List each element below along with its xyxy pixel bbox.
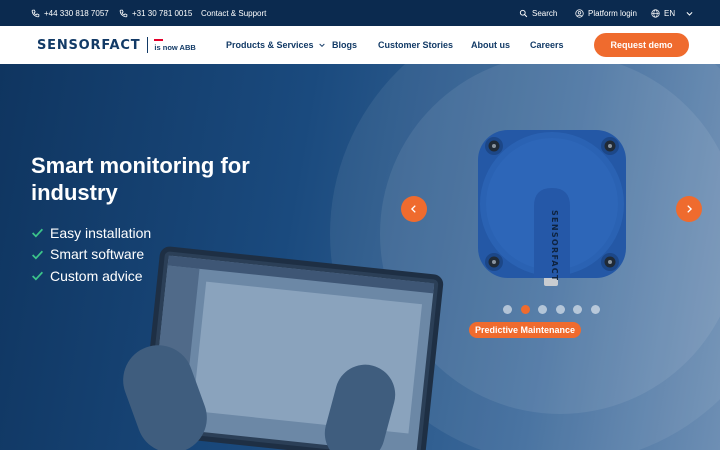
carousel-dots [503, 305, 600, 314]
main-navigation: SENSORFACT is now ABB Products & Service… [0, 26, 720, 64]
carousel-prev-button[interactable] [401, 196, 427, 222]
phone-icon [31, 9, 40, 17]
feature-item: Custom advice [31, 265, 151, 287]
logo-divider [147, 37, 149, 53]
search-link[interactable]: Search [519, 0, 557, 26]
carousel-dot[interactable] [590, 305, 600, 314]
chevron-right-icon [687, 205, 693, 213]
slide-label-badge: Predictive Maintenance [469, 322, 582, 338]
nav-customer-stories-label: Customer Stories [378, 40, 454, 50]
platform-login-link[interactable]: Platform login [575, 0, 637, 26]
feature-text: Easy installation [50, 224, 152, 241]
logo-abb-block: is now ABB [154, 38, 196, 52]
carousel-dot[interactable] [538, 305, 547, 314]
carousel-dot[interactable] [503, 305, 512, 314]
feature-list: Easy installation Smart software Custom … [31, 222, 151, 287]
search-icon [519, 9, 528, 17]
request-demo-button[interactable]: Request demo [594, 33, 689, 57]
check-icon [32, 250, 44, 260]
phone-nl-text: +31 30 781 0015 [132, 8, 193, 18]
phone-icon [119, 9, 128, 17]
contact-support-text: Contact & Support [201, 8, 267, 18]
nav-customer-stories[interactable]: Customer Stories [378, 26, 453, 64]
nav-about-us[interactable]: About us [471, 26, 510, 64]
phone-link-uk[interactable]: +44 330 818 7057 [31, 0, 109, 26]
feature-item: Smart software [31, 244, 151, 266]
logo-wordmark: SENSORFACT [37, 37, 141, 53]
chevron-down-icon [318, 43, 325, 47]
user-icon [575, 8, 584, 18]
carousel-dot[interactable] [520, 305, 530, 314]
language-text: EN [664, 8, 676, 18]
carousel-next-button[interactable] [676, 196, 702, 222]
nav-careers[interactable]: Careers [530, 26, 564, 64]
nav-products-label: Products & Services [226, 40, 314, 50]
nav-blogs[interactable]: Blogs [332, 26, 357, 64]
chevron-down-icon [686, 11, 693, 16]
carousel-dot[interactable] [555, 305, 565, 314]
language-selector[interactable]: EN [651, 0, 694, 26]
phone-uk-text: +44 330 818 7057 [44, 8, 109, 18]
check-icon [32, 271, 44, 281]
search-text: Search [532, 8, 558, 18]
nav-about-label: About us [471, 40, 510, 50]
logo-red-bar [154, 38, 164, 41]
carousel-dot[interactable] [573, 305, 582, 314]
nav-careers-label: Careers [530, 40, 564, 50]
hero-section: Smart monitoring for industry Easy insta… [0, 64, 720, 450]
chevron-left-icon [410, 205, 416, 213]
nav-products-services[interactable]: Products & Services [226, 26, 326, 64]
feature-item: Easy installation [31, 222, 151, 244]
check-icon [32, 228, 44, 238]
feature-text: Custom advice [50, 267, 143, 284]
sensor-label-text: SENSORFACT [550, 210, 559, 280]
nav-blogs-label: Blogs [332, 40, 358, 50]
globe-icon [651, 8, 660, 18]
phone-link-nl[interactable]: +31 30 781 0015 [119, 0, 192, 26]
logo-abb-text: is now ABB [154, 42, 196, 52]
sensor-device-image: SENSORFACT [478, 130, 626, 280]
contact-support-link[interactable]: Contact & Support [201, 0, 266, 26]
platform-login-text: Platform login [588, 8, 637, 18]
sensorfact-logo[interactable]: SENSORFACT is now ABB [37, 37, 196, 53]
feature-text: Smart software [50, 246, 145, 263]
top-utility-bar: +44 330 818 7057 +31 30 781 0015 Contact… [0, 0, 720, 26]
hero-title: Smart monitoring for industry [31, 153, 250, 205]
